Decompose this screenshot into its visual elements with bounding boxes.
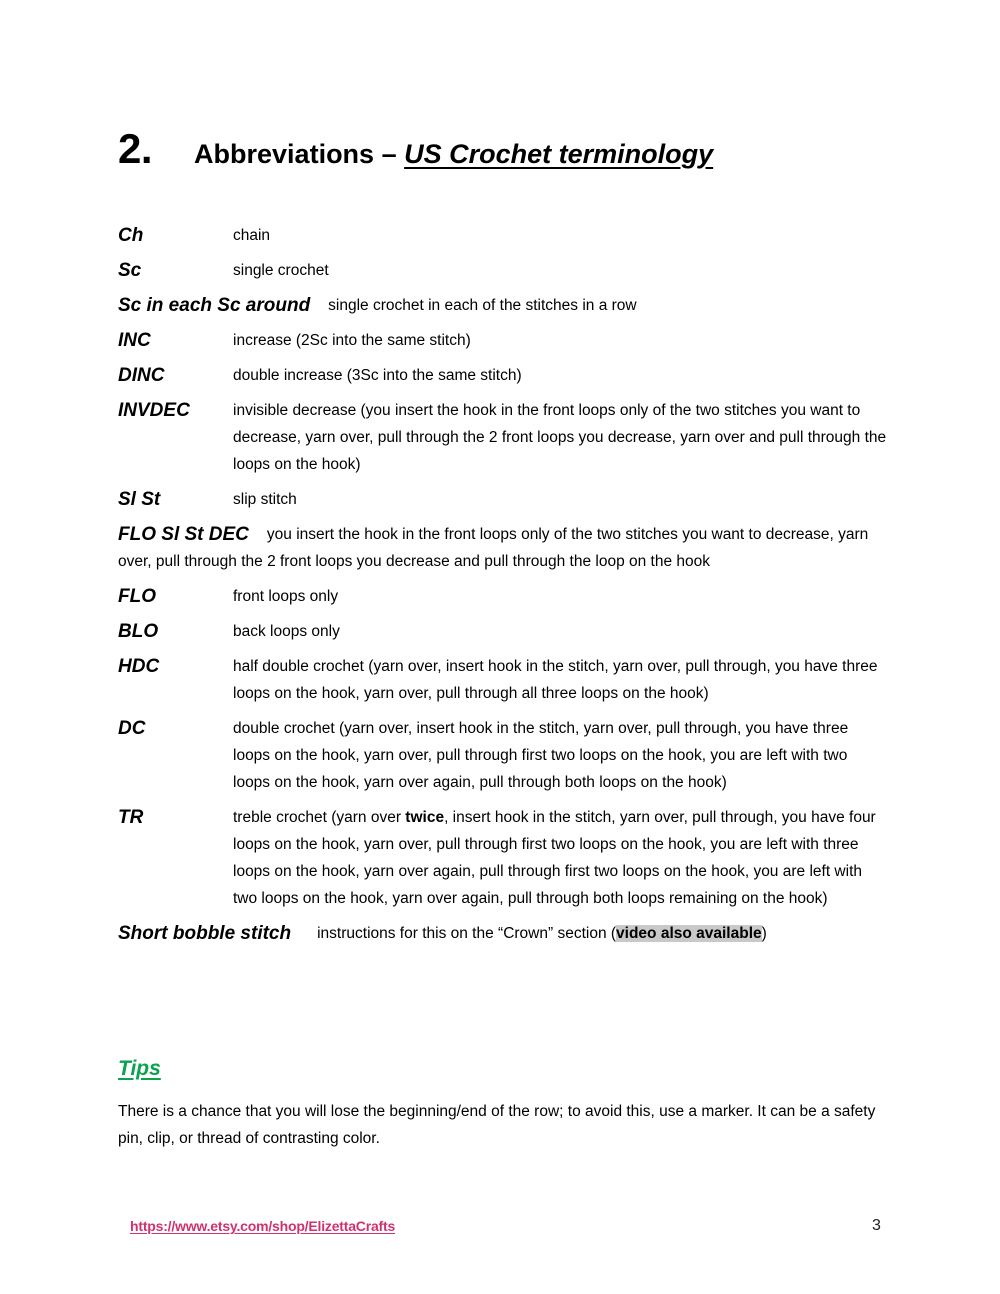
abbreviation-row: BLO back loops only <box>118 618 888 645</box>
abbreviation-term: Sc in each Sc around <box>118 295 311 316</box>
abbreviation-definition: single crochet <box>233 262 329 279</box>
abbreviation-row: FLO Sl St DEC you insert the hook in the … <box>118 521 888 575</box>
bobble-definition-part1: instructions for this on the “Crown” sec… <box>317 925 617 942</box>
abbreviation-row: Sc single crochet <box>118 257 888 284</box>
abbreviation-definition: invisible decrease (you insert the hook … <box>233 402 887 473</box>
tips-body: There is a chance that you will lose the… <box>118 1103 876 1147</box>
abbreviation-term: HDC <box>118 656 160 677</box>
section-number: 2. <box>118 125 153 172</box>
treble-definition-part1: treble crochet (yarn over <box>233 809 406 826</box>
abbreviation-term: FLO Sl St DEC <box>118 524 249 545</box>
abbreviation-definition: chain <box>233 227 271 244</box>
abbreviation-term: FLO <box>118 586 156 607</box>
abbreviation-definition: back loops only <box>233 623 340 640</box>
section-title-emphasis: US Crochet terminology <box>404 139 714 169</box>
abbreviation-term: BLO <box>118 621 159 642</box>
abbreviation-definition: single crochet in each of the stitches i… <box>328 297 637 314</box>
abbreviation-row: Sc in each Sc around single crochet in ea… <box>118 292 888 319</box>
abbreviation-row: Ch chain <box>118 222 888 249</box>
abbreviation-row: Sl St slip stitch <box>118 486 888 513</box>
abbreviation-definition: half double crochet (yarn over, insert h… <box>233 658 878 702</box>
page-number: 3 <box>872 1217 881 1234</box>
abbreviation-definition: double crochet (yarn over, insert hook i… <box>233 720 849 791</box>
abbreviation-row: FLO front loops only <box>118 583 888 610</box>
abbreviation-row: DINC double increase (3Sc into the same s… <box>118 362 888 389</box>
abbreviation-term: Sl St <box>118 489 161 510</box>
abbreviation-term: INVDEC <box>118 400 190 421</box>
abbreviation-term: Short bobble stitch <box>118 923 292 944</box>
abbreviation-term: Sc <box>118 260 142 281</box>
abbreviation-term: INC <box>118 330 151 351</box>
abbreviation-definition: slip stitch <box>233 491 297 508</box>
abbreviation-term: DINC <box>118 365 165 386</box>
abbreviation-row: INC increase (2Sc into the same stitch) <box>118 327 888 354</box>
abbreviation-definition: instructions for this on the “Crown” sec… <box>317 925 767 942</box>
bobble-definition-highlight: video also available <box>616 925 762 942</box>
abbreviation-row: INVDEC invisible decrease (you insert the… <box>118 397 888 478</box>
abbreviation-term: DC <box>118 718 146 739</box>
page-title: 2. Abbreviations – US Crochet terminolog… <box>118 128 898 170</box>
treble-definition-emphasis: twice <box>405 809 445 826</box>
abbreviation-term: TR <box>118 807 144 828</box>
abbreviation-definition: front loops only <box>233 588 339 605</box>
abbreviation-term: Ch <box>118 225 144 246</box>
abbreviation-row: TR treble crochet (yarn over twice, inser… <box>118 804 888 912</box>
abbreviation-definition: increase (2Sc into the same stitch) <box>233 332 471 349</box>
shop-url-link[interactable]: https://www.etsy.com/shop/ElizettaCrafts <box>130 1218 395 1234</box>
abbreviation-definition: treble crochet (yarn over twice, insert … <box>233 804 888 912</box>
document-page: 2. Abbreviations – US Crochet terminolog… <box>0 0 1000 1294</box>
abbreviation-row: HDC half double crochet (yarn over, inser… <box>118 653 888 707</box>
section-title: Abbreviations – US Crochet terminology <box>194 141 713 168</box>
abbreviation-row: Short bobble stitch instructions for this… <box>118 920 888 947</box>
tips-heading: Tips <box>118 1057 161 1080</box>
abbreviations-list: Ch chain Sc single crochet Sc in each Sc a… <box>118 222 888 955</box>
abbreviation-row: DC double crochet (yarn over, insert hook… <box>118 715 888 796</box>
section-title-plain: Abbreviations – <box>194 139 405 169</box>
abbreviation-definition: double increase (3Sc into the same stitc… <box>233 367 522 384</box>
bobble-definition-part2: ) <box>761 925 767 942</box>
